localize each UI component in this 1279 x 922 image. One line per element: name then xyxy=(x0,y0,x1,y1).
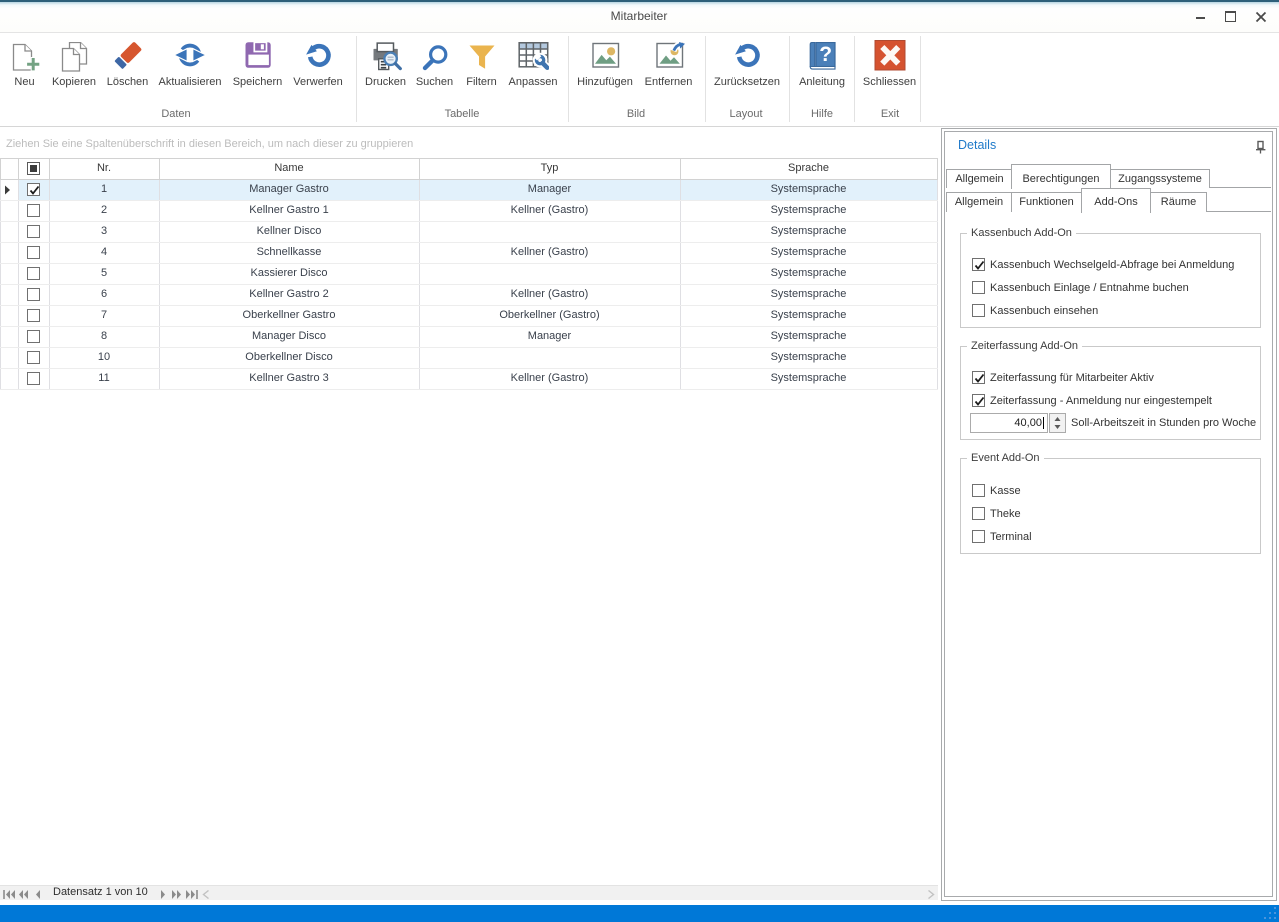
svg-text:?: ? xyxy=(819,43,832,66)
